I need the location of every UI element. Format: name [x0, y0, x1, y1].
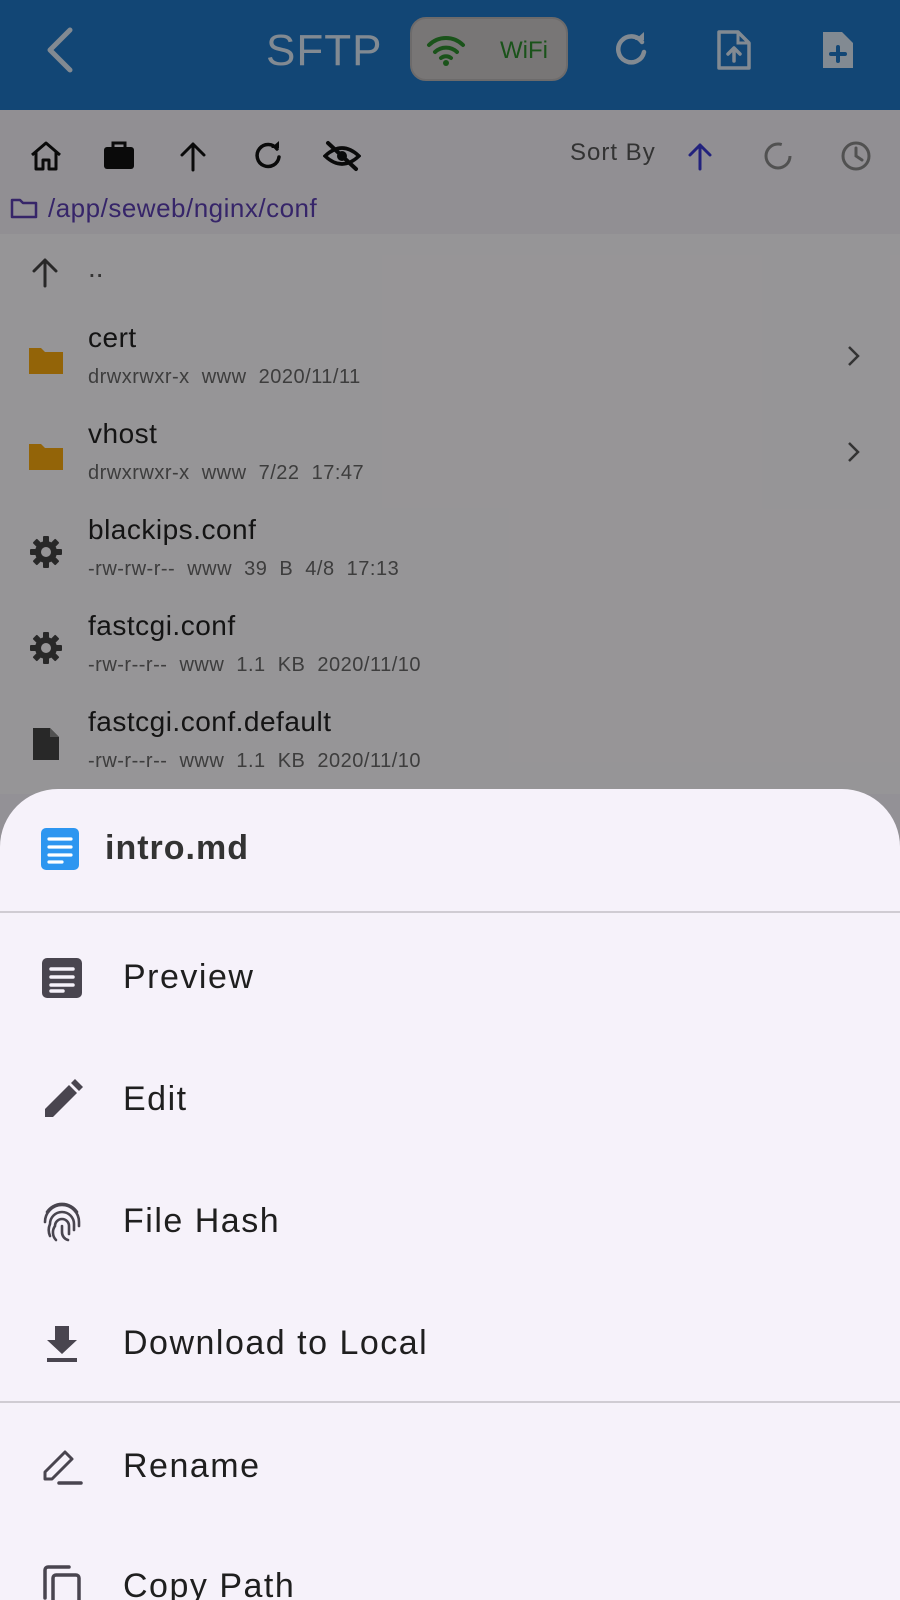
- document-icon: [41, 828, 79, 870]
- menu-item-label: Edit: [123, 1080, 188, 1118]
- menu-item-preview[interactable]: Preview: [0, 916, 900, 1036]
- sheet-title: intro.md: [105, 829, 249, 867]
- fingerprint-icon: [38, 1198, 86, 1246]
- divider: [0, 1401, 900, 1403]
- menu-item-label: Download to Local: [123, 1324, 429, 1362]
- menu-item-copy-path[interactable]: Copy Path: [0, 1525, 900, 1600]
- article-icon: [38, 954, 86, 1002]
- menu-item-label: Preview: [123, 958, 255, 996]
- menu-item-label: File Hash: [123, 1202, 281, 1240]
- file-actions-sheet: intro.md Preview Edit File Hash Download…: [0, 789, 900, 1600]
- menu-item-label: Rename: [123, 1447, 261, 1485]
- menu-item-download[interactable]: Download to Local: [0, 1282, 900, 1402]
- menu-item-rename[interactable]: Rename: [0, 1405, 900, 1525]
- menu-item-file-hash[interactable]: File Hash: [0, 1160, 900, 1280]
- rename-icon: [38, 1443, 86, 1491]
- pencil-icon: [38, 1076, 86, 1124]
- download-icon: [38, 1320, 86, 1368]
- sheet-header: intro.md: [0, 789, 900, 911]
- divider: [0, 911, 900, 913]
- menu-item-label: Copy Path: [123, 1567, 296, 1600]
- menu-item-edit[interactable]: Edit: [0, 1038, 900, 1158]
- copy-icon: [38, 1563, 86, 1600]
